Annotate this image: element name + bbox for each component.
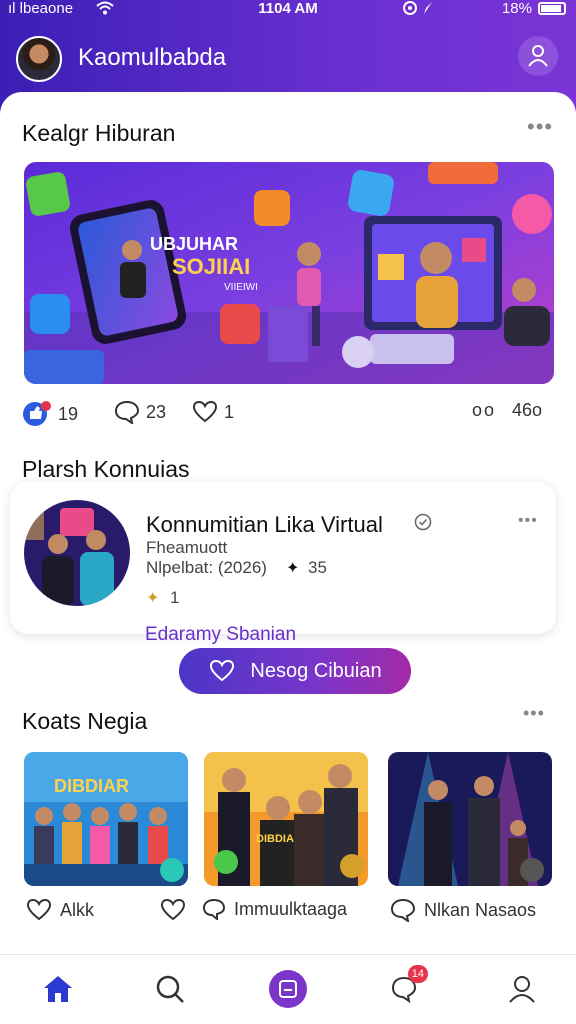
view-count: 46o (512, 400, 543, 420)
thumbnail-1-action-label: Alkk (60, 899, 95, 920)
community-more-button[interactable]: ••• (518, 512, 538, 530)
verified-icon (414, 513, 432, 536)
community-name: Konnumitian Lika Virtual (146, 512, 383, 537)
heart-icon (160, 898, 186, 921)
thumbnail-3-comment[interactable]: Nlkan Nasaos (390, 898, 536, 922)
member-count: 35 (308, 558, 327, 577)
status-bar: ıl lbeaone 1104 AM 18% (0, 0, 576, 20)
heart-chat-icon (210, 659, 235, 682)
user-icon (509, 976, 535, 1003)
thumbnail-2[interactable]: DIBDIAR (204, 752, 368, 886)
nav-notifications[interactable]: 14 (382, 965, 428, 1011)
community-link[interactable]: Edaramy Sbanian (145, 624, 296, 646)
featured-banner[interactable]: UBJUHAR SOJIIAI VIIEIWI (24, 162, 554, 384)
banner-text-3: VIIEIWI (224, 282, 258, 293)
like-icon (23, 401, 51, 426)
create-icon (269, 970, 307, 1008)
heart-icon (26, 898, 52, 921)
thumbnail-1[interactable]: DIBDIAR (24, 752, 188, 886)
community-card[interactable]: Konnumitian Lika Virtual ••• Fheamuott N… (10, 482, 556, 634)
popular-section-title: Koats Negia (22, 708, 148, 734)
user-avatar[interactable] (16, 36, 62, 82)
bottom-navigation: 14 (0, 954, 576, 1024)
popular-more-button[interactable]: ••• (523, 703, 545, 724)
battery-icon (538, 2, 566, 15)
share-stat[interactable]: 1 (192, 400, 234, 424)
thumbnail-3-action-label: Nlkan Nasaos (424, 899, 537, 920)
like-count: 19 (58, 403, 79, 424)
share-count: 1 (224, 401, 235, 422)
members-icon: ✦ (286, 560, 300, 577)
nav-home[interactable] (36, 967, 80, 1011)
community-subtitle: Fheamuott (146, 538, 228, 557)
thumbnail-2-like[interactable] (160, 898, 186, 922)
heart-icon (192, 400, 218, 423)
view-stat: oo 46o (472, 400, 542, 421)
community-avatar (24, 500, 130, 606)
user-icon (528, 45, 548, 67)
nav-profile[interactable] (500, 967, 544, 1011)
notifications-badge: 14 (407, 965, 428, 983)
comment-icon (202, 898, 226, 920)
nav-search[interactable] (148, 967, 192, 1011)
feed-section-title: Kealgr Hiburan (22, 120, 176, 146)
communities-section-title: Plarsh Konnuias (22, 456, 190, 482)
banner-text-2: SOJIIAI (172, 254, 250, 279)
app-title: Kaomulbabda (78, 44, 227, 71)
comment-icon (114, 400, 140, 424)
thumbnail-1-tag: DIBDIAR (54, 776, 129, 796)
app-header: Kaomulbabda (0, 30, 576, 86)
search-icon (156, 975, 184, 1003)
thumbnail-3[interactable] (388, 752, 552, 886)
thumbnail-2-comment[interactable]: Immuulktaaga (202, 898, 347, 920)
join-community-button[interactable]: Nesog Cibuian (179, 648, 411, 694)
status-time: 1104 AM (258, 0, 318, 17)
community-date: Nlpelbat: (2026) (146, 558, 267, 577)
reaction-icon: ✦ (146, 590, 160, 607)
comment-icon (390, 898, 416, 922)
battery-label: 18% (501, 0, 532, 17)
comment-count: 23 (146, 401, 167, 422)
nav-create[interactable] (266, 967, 310, 1011)
banner-text-1: UBJUHAR (150, 234, 238, 254)
post-stats: 19 23 1 oo 46o (22, 400, 556, 430)
location-icon (402, 0, 436, 20)
feed-more-button[interactable]: ••• (527, 114, 553, 140)
comment-stat[interactable]: 23 (114, 400, 166, 424)
join-button-label: Nesog Cibuian (250, 659, 382, 682)
banner-illustration: UBJUHAR SOJIIAI VIIEIWI (24, 162, 554, 384)
thumbnail-2-action-label: Immuulktaaga (234, 898, 348, 919)
profile-button[interactable] (518, 36, 558, 76)
like-stat[interactable]: 19 (22, 400, 78, 428)
thumbnail-1-like[interactable]: Alkk (26, 898, 94, 922)
home-icon (44, 976, 72, 1002)
reaction-count: 1 (170, 588, 180, 607)
view-icon: oo (472, 400, 497, 420)
